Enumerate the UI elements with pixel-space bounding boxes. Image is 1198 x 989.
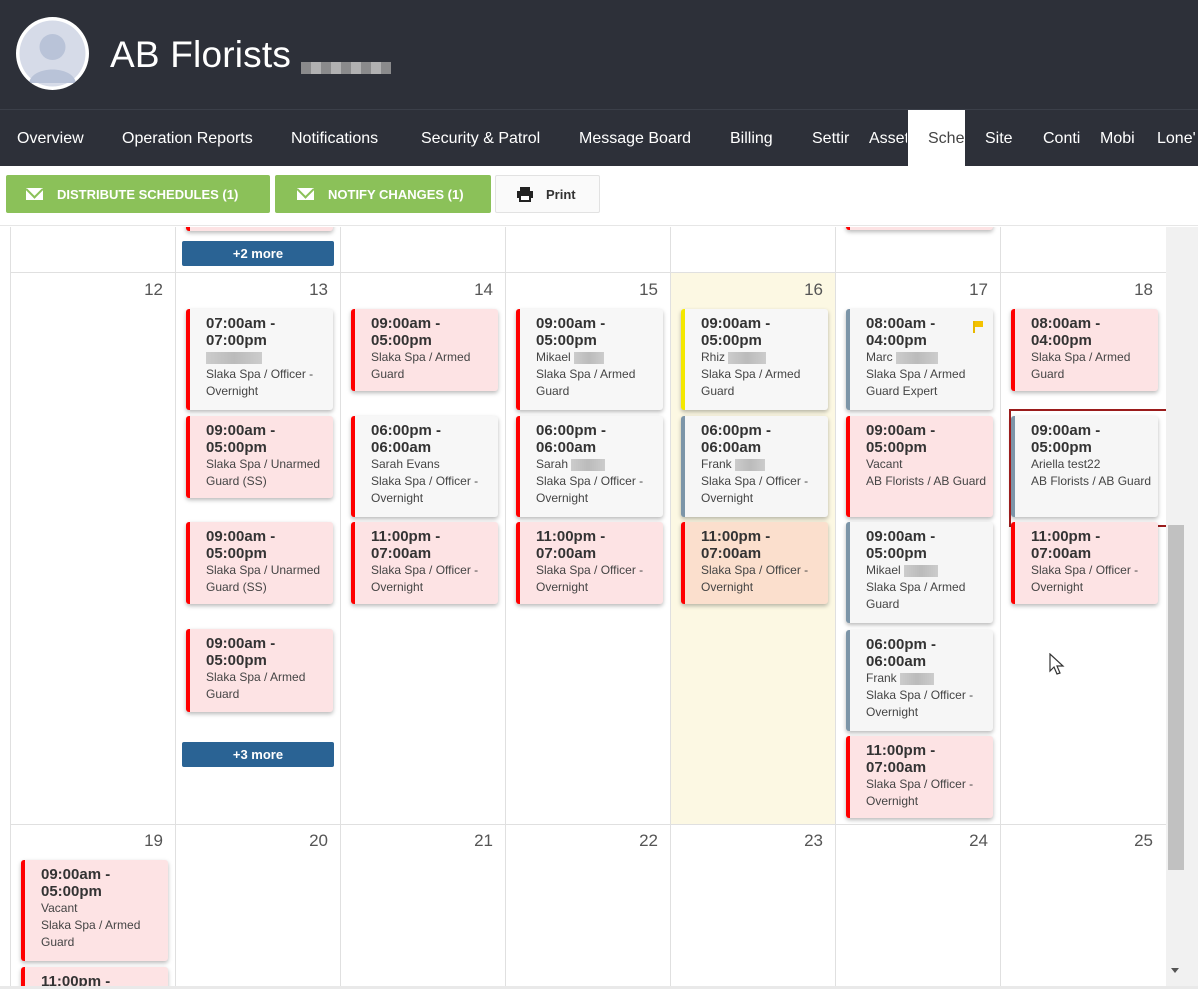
redacted-name — [904, 564, 939, 577]
shift-card[interactable]: 09:00am - 05:00pm Slaka Spa / Unarmed Gu… — [186, 416, 333, 498]
user-silhouette-icon — [19, 20, 86, 87]
redacted-name — [900, 672, 935, 685]
shift-card[interactable]: 11:00pm - 07:00am Slaka Spa / Officer - … — [351, 522, 498, 604]
print-label: Print — [546, 186, 576, 202]
print-button[interactable]: Print — [495, 175, 600, 213]
shift-card[interactable]: 09:00am - 05:00pm Mikael Slaka Spa / Arm… — [516, 309, 663, 410]
day-number: 16 — [804, 280, 823, 299]
shift-card[interactable]: 08:00am - 04:00pm Slaka Spa / Armed Guar… — [1011, 309, 1158, 391]
shift-card[interactable]: 06:00pm - 06:00am Sarah Slaka Spa / Offi… — [516, 416, 663, 517]
shift-card[interactable]: 11:00pm - 07:00am Slaka Spa / Officer - … — [1011, 522, 1158, 604]
nav-item-contacts[interactable]: Conti — [1043, 110, 1081, 167]
shift-card[interactable]: 11:00pm - 07:00am Slaka Spa / Officer - … — [681, 522, 828, 604]
nav-item-notifications[interactable]: Notifications — [291, 110, 378, 167]
scroll-down-arrow-icon[interactable] — [1171, 968, 1179, 973]
notify-changes-label: NOTIFY CHANGES (1) — [328, 186, 464, 202]
day-number: 19 — [144, 831, 163, 850]
nav-item-schedules[interactable]: Sche — [908, 110, 965, 167]
nav-item-security-patrol[interactable]: Security & Patrol — [421, 110, 540, 167]
main-nav: Overview Operation Reports Notifications… — [0, 109, 1198, 167]
redacted-name — [735, 458, 766, 471]
redacted-name — [206, 351, 262, 364]
shift-card[interactable]: 09:00am - 05:00pm Vacant Slaka Spa / Arm… — [21, 860, 168, 961]
mouse-cursor-icon — [1049, 653, 1065, 675]
selection-highlight — [1009, 409, 1166, 527]
shift-card[interactable]: 09:00am - 05:00pm Vacant AB Florists / A… — [846, 416, 993, 517]
envelope-icon — [297, 188, 314, 200]
shift-card[interactable]: 09:00am - 05:00pm Mikael Slaka Spa / Arm… — [846, 522, 993, 623]
shift-card[interactable]: 06:00pm - 06:00am Sarah Evans Slaka Spa … — [351, 416, 498, 517]
nav-item-billing[interactable]: Billing — [730, 110, 773, 167]
day-number: 20 — [309, 831, 328, 850]
redacted-name — [896, 351, 939, 364]
nav-item-site[interactable]: Site — [985, 110, 1013, 167]
envelope-icon — [26, 188, 43, 200]
shift-card-partial[interactable] — [186, 227, 333, 231]
shift-card-partial[interactable] — [846, 227, 993, 230]
nav-item-settings[interactable]: Settir — [812, 110, 852, 167]
avatar[interactable] — [16, 17, 89, 90]
redacted-text — [301, 62, 391, 74]
day-number: 15 — [639, 280, 658, 299]
nav-item-assets[interactable]: Asset — [869, 110, 907, 167]
day-number: 25 — [1134, 831, 1153, 850]
flag-icon — [973, 321, 983, 333]
day-number: 23 — [804, 831, 823, 850]
shift-card[interactable]: 11:00pm - 07:00am Slaka Spa / Officer - … — [516, 522, 663, 604]
shift-card[interactable]: 06:00pm - 06:00am Frank Slaka Spa / Offi… — [846, 630, 993, 731]
more-shifts-button[interactable]: +3 more — [182, 742, 334, 767]
more-shifts-button[interactable]: +2 more — [182, 241, 334, 266]
schedule-calendar: +2 more 12 13 14 15 16 17 18 07:00am - 0… — [0, 227, 1166, 989]
day-number: 21 — [474, 831, 493, 850]
notify-changes-button[interactable]: NOTIFY CHANGES (1) — [275, 175, 491, 213]
day-number: 12 — [144, 280, 163, 299]
day-number: 24 — [969, 831, 988, 850]
nav-item-operation-reports[interactable]: Operation Reports — [122, 110, 253, 167]
shift-card[interactable]: 08:00am - 04:00pm Marc Slaka Spa / Armed… — [846, 309, 993, 410]
app-header: AB Florists — [0, 0, 1198, 109]
day-number: 14 — [474, 280, 493, 299]
shift-card[interactable]: 07:00am - 07:00pm Slaka Spa / Officer - … — [186, 309, 333, 410]
printer-icon — [517, 187, 533, 202]
company-title: AB Florists — [110, 34, 292, 75]
day-number: 18 — [1134, 280, 1153, 299]
redacted-name — [571, 458, 606, 471]
day-number: 22 — [639, 831, 658, 850]
day-number: 17 — [969, 280, 988, 299]
shift-card[interactable]: 09:00am - 05:00pm Rhiz Slaka Spa / Armed… — [681, 309, 828, 410]
nav-item-message-board[interactable]: Message Board — [579, 110, 691, 167]
redacted-name — [728, 351, 767, 364]
shift-card[interactable]: 09:00am - 05:00pm Slaka Spa / Armed Guar… — [186, 629, 333, 712]
nav-item-mobile[interactable]: Mobi — [1100, 110, 1139, 167]
shift-card[interactable]: 09:00am - 05:00pm Slaka Spa / Armed Guar… — [351, 309, 498, 391]
day-number: 13 — [309, 280, 328, 299]
shift-card[interactable]: 09:00am - 05:00pm Slaka Spa / Unarmed Gu… — [186, 522, 333, 604]
shift-card[interactable]: 06:00pm - 06:00am Frank Slaka Spa / Offi… — [681, 416, 828, 517]
nav-item-lone-worker[interactable]: Lone' — [1157, 110, 1198, 167]
distribute-schedules-label: DISTRIBUTE SCHEDULES (1) — [57, 186, 239, 202]
nav-item-overview[interactable]: Overview — [17, 110, 84, 167]
distribute-schedules-button[interactable]: DISTRIBUTE SCHEDULES (1) — [6, 175, 270, 213]
shift-card[interactable]: 11:00pm - 07:00am Slaka Spa / Officer - … — [846, 736, 993, 818]
scrollbar-thumb[interactable] — [1168, 525, 1184, 870]
toolbar: DISTRIBUTE SCHEDULES (1) NOTIFY CHANGES … — [0, 166, 1198, 226]
redacted-name — [574, 351, 605, 364]
